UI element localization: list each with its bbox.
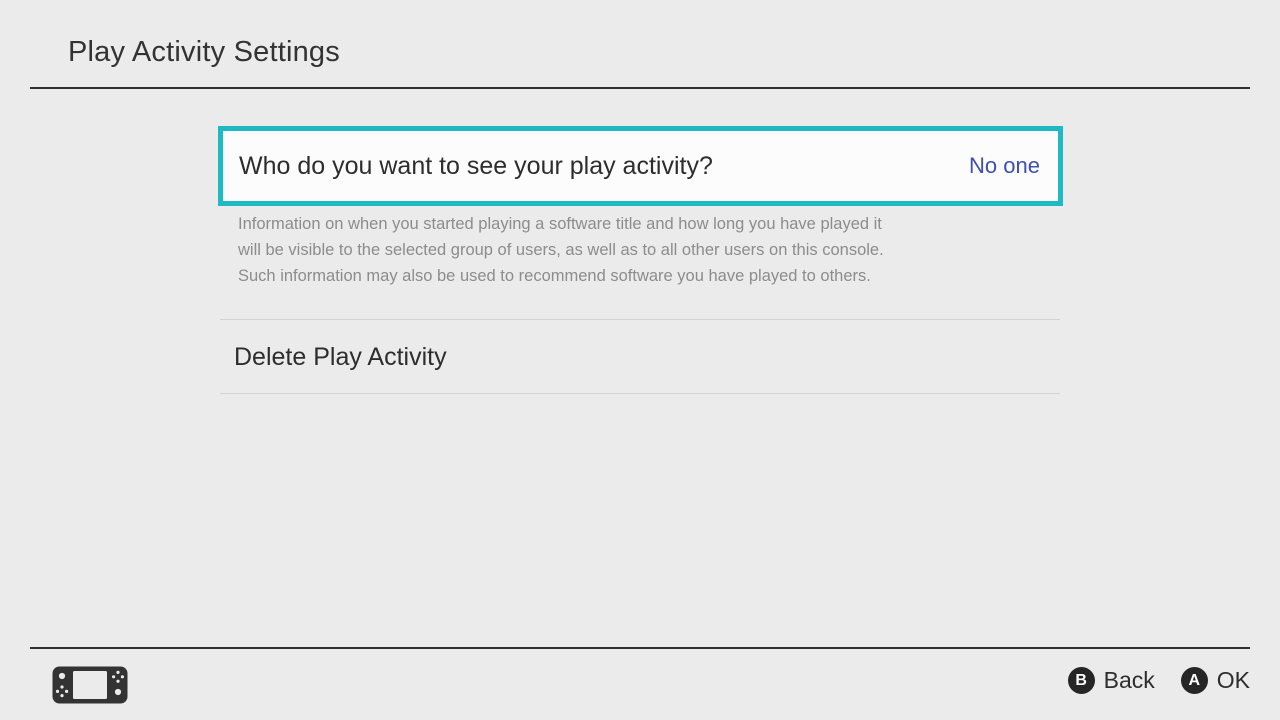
nintendo-switch-console-icon: [52, 666, 128, 704]
setting-label-play-activity-visibility: Who do you want to see your play activit…: [239, 152, 713, 180]
hint-label-ok: OK: [1216, 667, 1250, 693]
a-button-icon: A: [1180, 667, 1208, 694]
b-button-icon: B: [1067, 667, 1095, 694]
hint-ok[interactable]: A OK: [1180, 667, 1250, 694]
footer-divider: [30, 647, 1250, 649]
setting-row-play-activity-visibility[interactable]: Who do you want to see your play activit…: [218, 126, 1063, 206]
setting-label-delete-play-activity: Delete Play Activity: [234, 342, 447, 371]
list-separator-bottom: [220, 393, 1060, 394]
hint-back[interactable]: B Back: [1067, 667, 1155, 694]
description-line-1: Information on when you started playing …: [238, 215, 882, 233]
header-bar: Play Activity Settings: [0, 0, 1280, 89]
setting-value-play-activity-visibility[interactable]: No one: [969, 153, 1042, 179]
button-hints: B Back A OK: [1067, 667, 1250, 694]
setting-description: Information on when you started playing …: [238, 211, 1048, 289]
settings-content: Who do you want to see your play activit…: [0, 88, 1280, 647]
setting-row-delete-play-activity[interactable]: Delete Play Activity: [220, 320, 1060, 393]
page-title: Play Activity Settings: [68, 36, 340, 68]
description-line-2: will be visible to the selected group of…: [238, 241, 884, 259]
hint-label-back: Back: [1103, 667, 1155, 693]
description-line-3: Such information may also be used to rec…: [238, 267, 871, 285]
